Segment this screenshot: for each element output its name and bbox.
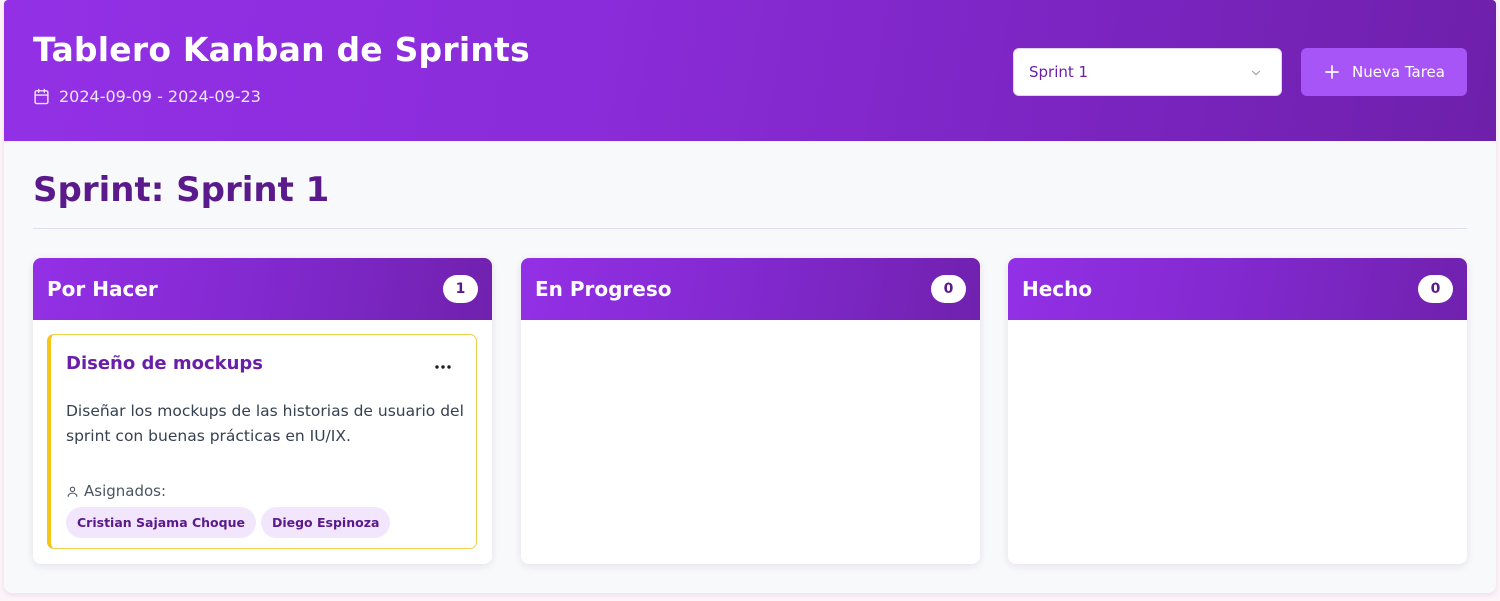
app-header: Tablero Kanban de Sprints 2024-09-09 - 2… xyxy=(4,0,1496,141)
column-header: Hecho 0 xyxy=(1008,258,1467,320)
sprint-date-range: 2024-09-09 - 2024-09-23 xyxy=(33,87,261,106)
kanban-app: Tablero Kanban de Sprints 2024-09-09 - 2… xyxy=(4,0,1496,593)
task-menu-button[interactable] xyxy=(431,357,455,377)
page-title: Tablero Kanban de Sprints xyxy=(33,30,530,69)
column-count-badge: 1 xyxy=(443,275,478,303)
plus-icon xyxy=(1325,65,1339,79)
new-task-button[interactable]: Nueva Tarea xyxy=(1301,48,1467,96)
assigned-label: Asignados: xyxy=(66,482,166,500)
task-card[interactable]: Diseño de mockups Diseñar los mockups de… xyxy=(47,334,477,549)
column-hecho: Hecho 0 xyxy=(1008,258,1467,564)
column-header: En Progreso 0 xyxy=(521,258,980,320)
user-icon xyxy=(67,486,78,497)
date-range-text: 2024-09-09 - 2024-09-23 xyxy=(59,87,261,106)
sprint-select-value: Sprint 1 xyxy=(1029,63,1089,81)
column-count-badge: 0 xyxy=(1418,275,1453,303)
assignee-chip[interactable]: Cristian Sajama Choque xyxy=(66,507,256,538)
chevron-down-icon xyxy=(1251,70,1261,76)
column-title: Por Hacer xyxy=(47,277,158,301)
assignee-list: Cristian Sajama Choque Diego Espinoza xyxy=(66,507,391,538)
column-title: Hecho xyxy=(1022,277,1093,301)
column-header: Por Hacer 1 xyxy=(33,258,492,320)
task-description: Diseñar los mockups de las historias de … xyxy=(66,402,464,445)
more-horizontal-icon xyxy=(435,365,451,369)
calendar-icon xyxy=(34,88,49,105)
divider xyxy=(33,228,1467,229)
column-por-hacer: Por Hacer 1 Diseño de mockups Diseñar lo… xyxy=(33,258,492,564)
sprint-select[interactable]: Sprint 1 xyxy=(1013,48,1282,96)
sprint-heading: Sprint: Sprint 1 xyxy=(33,170,330,210)
column-count-badge: 0 xyxy=(931,275,966,303)
column-en-progreso: En Progreso 0 xyxy=(521,258,980,564)
column-title: En Progreso xyxy=(535,277,672,301)
assigned-label-text: Asignados: xyxy=(84,482,167,500)
assignee-chip[interactable]: Diego Espinoza xyxy=(260,507,391,538)
new-task-label: Nueva Tarea xyxy=(1352,63,1445,81)
task-title: Diseño de mockups xyxy=(66,353,264,374)
